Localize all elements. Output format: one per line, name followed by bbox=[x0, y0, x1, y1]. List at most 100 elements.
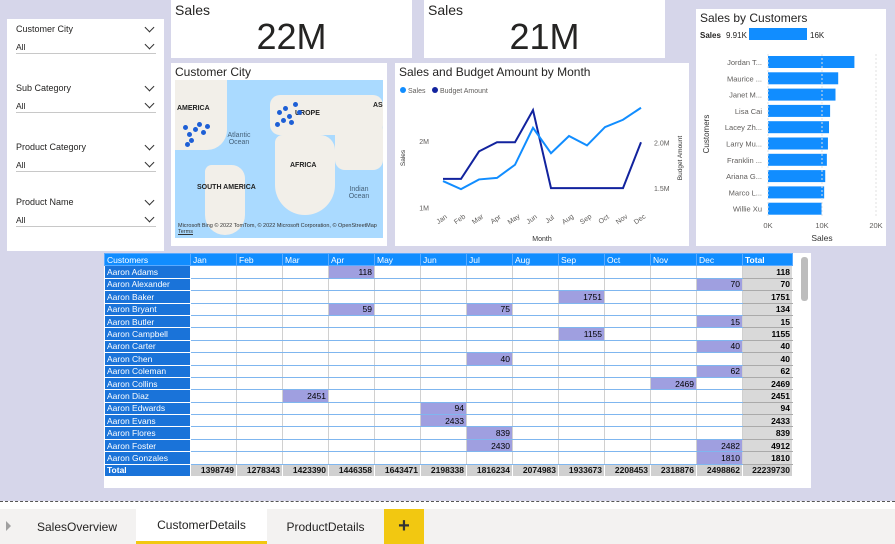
table-cell[interactable] bbox=[466, 451, 513, 465]
table-cell[interactable] bbox=[512, 376, 559, 391]
table-cell[interactable] bbox=[512, 265, 559, 279]
table-cell[interactable] bbox=[374, 290, 421, 304]
table-cell[interactable] bbox=[282, 302, 329, 316]
table-cell[interactable] bbox=[190, 364, 237, 378]
table-cell[interactable] bbox=[236, 401, 283, 416]
table-cell[interactable] bbox=[466, 339, 513, 354]
table-cell[interactable] bbox=[420, 327, 467, 341]
table-cell[interactable] bbox=[236, 290, 283, 304]
table-cell[interactable] bbox=[650, 426, 697, 440]
table-cell[interactable] bbox=[696, 389, 743, 403]
table-row[interactable]: Aaron Butler 15 15 bbox=[104, 314, 793, 329]
table-cell[interactable] bbox=[696, 265, 743, 279]
table-cell[interactable] bbox=[604, 339, 651, 354]
add-page-button[interactable]: + bbox=[384, 509, 424, 544]
table-cell[interactable] bbox=[604, 451, 651, 465]
table-cell[interactable] bbox=[512, 364, 559, 378]
table-cell[interactable]: 70 bbox=[696, 277, 743, 292]
table-cell[interactable]: 62 bbox=[696, 364, 743, 378]
table-cell[interactable]: 1810 bbox=[696, 451, 743, 465]
row-header[interactable]: Aaron Gonzales bbox=[104, 451, 191, 465]
table-cell[interactable] bbox=[374, 376, 421, 391]
table-cell[interactable]: 2430 bbox=[466, 438, 513, 453]
table-cell[interactable] bbox=[190, 451, 237, 465]
slicer-customer-city[interactable]: Customer City All bbox=[16, 22, 156, 54]
table-cell[interactable] bbox=[282, 414, 329, 428]
table-cell[interactable] bbox=[236, 389, 283, 403]
table-cell[interactable] bbox=[696, 414, 743, 428]
table-cell[interactable] bbox=[236, 352, 283, 366]
table-cell[interactable] bbox=[420, 426, 467, 440]
table-cell[interactable] bbox=[236, 438, 283, 453]
chevron-down-icon[interactable] bbox=[144, 81, 155, 91]
tab-customer-details[interactable]: CustomerDetails bbox=[136, 509, 267, 544]
table-cell[interactable]: 1751 bbox=[558, 290, 605, 304]
table-cell[interactable] bbox=[374, 314, 421, 329]
table-cell[interactable] bbox=[236, 426, 283, 440]
table-cell[interactable] bbox=[374, 364, 421, 378]
table-cell[interactable] bbox=[604, 401, 651, 416]
column-header[interactable]: Oct bbox=[604, 253, 651, 267]
column-header[interactable]: Apr bbox=[328, 253, 375, 267]
table-cell[interactable] bbox=[604, 302, 651, 316]
tab-product-details[interactable]: ProductDetails bbox=[267, 509, 384, 544]
table-cell[interactable] bbox=[328, 352, 375, 366]
matrix-visual[interactable]: Customers Jan Feb Mar Apr May Jun Jul Aug Sep Oct N… bbox=[104, 253, 811, 488]
table-cell[interactable] bbox=[282, 364, 329, 378]
map-terms-link[interactable]: Terms bbox=[178, 229, 193, 235]
row-header[interactable]: Aaron Flores bbox=[104, 426, 191, 440]
table-row[interactable]: Aaron Foster 2430 2482 4912 bbox=[104, 438, 793, 453]
table-cell[interactable]: 59 bbox=[328, 302, 375, 316]
table-cell[interactable]: 2482 bbox=[696, 438, 743, 453]
row-header[interactable]: Aaron Alexander bbox=[104, 277, 191, 292]
table-cell[interactable] bbox=[420, 277, 467, 292]
table-cell[interactable] bbox=[282, 277, 329, 292]
table-row[interactable]: Aaron Adams 118 118 bbox=[104, 265, 793, 279]
table-cell[interactable] bbox=[512, 414, 559, 428]
row-header[interactable]: Aaron Campbell bbox=[104, 327, 191, 341]
map-area[interactable]: AMERICA UROPE AS AFRICA SOUTH AMERICA At… bbox=[175, 80, 383, 238]
table-cell[interactable] bbox=[650, 339, 697, 354]
table-cell[interactable]: 2451 bbox=[282, 389, 329, 403]
kpi-card-sales-2[interactable]: Sales 21M bbox=[424, 0, 665, 58]
table-cell[interactable] bbox=[420, 376, 467, 391]
table-cell[interactable] bbox=[604, 389, 651, 403]
table-cell[interactable] bbox=[420, 451, 467, 465]
table-cell[interactable]: 1155 bbox=[558, 327, 605, 341]
table-cell[interactable] bbox=[558, 364, 605, 378]
table-row[interactable]: Aaron Carter 40 40 bbox=[104, 339, 793, 354]
table-cell[interactable] bbox=[236, 376, 283, 391]
table-cell[interactable] bbox=[282, 290, 329, 304]
table-cell[interactable] bbox=[466, 414, 513, 428]
table-cell[interactable] bbox=[374, 389, 421, 403]
table-cell[interactable] bbox=[282, 327, 329, 341]
column-header[interactable]: Jan bbox=[190, 253, 237, 267]
tab-scroll-left-icon[interactable] bbox=[6, 521, 11, 531]
table-row[interactable]: Aaron Collins 2469 2469 bbox=[104, 376, 793, 391]
table-cell[interactable] bbox=[236, 451, 283, 465]
table-cell[interactable] bbox=[650, 414, 697, 428]
table-cell[interactable] bbox=[558, 426, 605, 440]
chevron-down-icon[interactable] bbox=[144, 98, 155, 109]
table-cell[interactable] bbox=[696, 401, 743, 416]
table-cell[interactable] bbox=[604, 290, 651, 304]
table-cell[interactable] bbox=[374, 339, 421, 354]
table-cell[interactable] bbox=[604, 277, 651, 292]
table-cell[interactable] bbox=[512, 327, 559, 341]
map-visual[interactable]: Customer City AMERICA UROPE AS AFRICA SO… bbox=[171, 63, 387, 246]
table-cell[interactable]: 75 bbox=[466, 302, 513, 316]
table-cell[interactable] bbox=[374, 277, 421, 292]
row-header[interactable]: Aaron Collins bbox=[104, 376, 191, 391]
table-cell[interactable] bbox=[604, 327, 651, 341]
row-header[interactable]: Aaron Bryant bbox=[104, 302, 191, 316]
row-header[interactable]: Aaron Butler bbox=[104, 314, 191, 329]
table-cell[interactable] bbox=[650, 352, 697, 366]
column-header[interactable]: Mar bbox=[282, 253, 329, 267]
table-row[interactable]: Aaron Coleman 62 62 bbox=[104, 364, 793, 378]
chevron-down-icon[interactable] bbox=[144, 195, 155, 205]
table-cell[interactable] bbox=[558, 376, 605, 391]
table-cell[interactable] bbox=[282, 265, 329, 279]
chevron-down-icon[interactable] bbox=[144, 212, 155, 223]
table-cell[interactable] bbox=[282, 451, 329, 465]
column-header[interactable]: May bbox=[374, 253, 421, 267]
